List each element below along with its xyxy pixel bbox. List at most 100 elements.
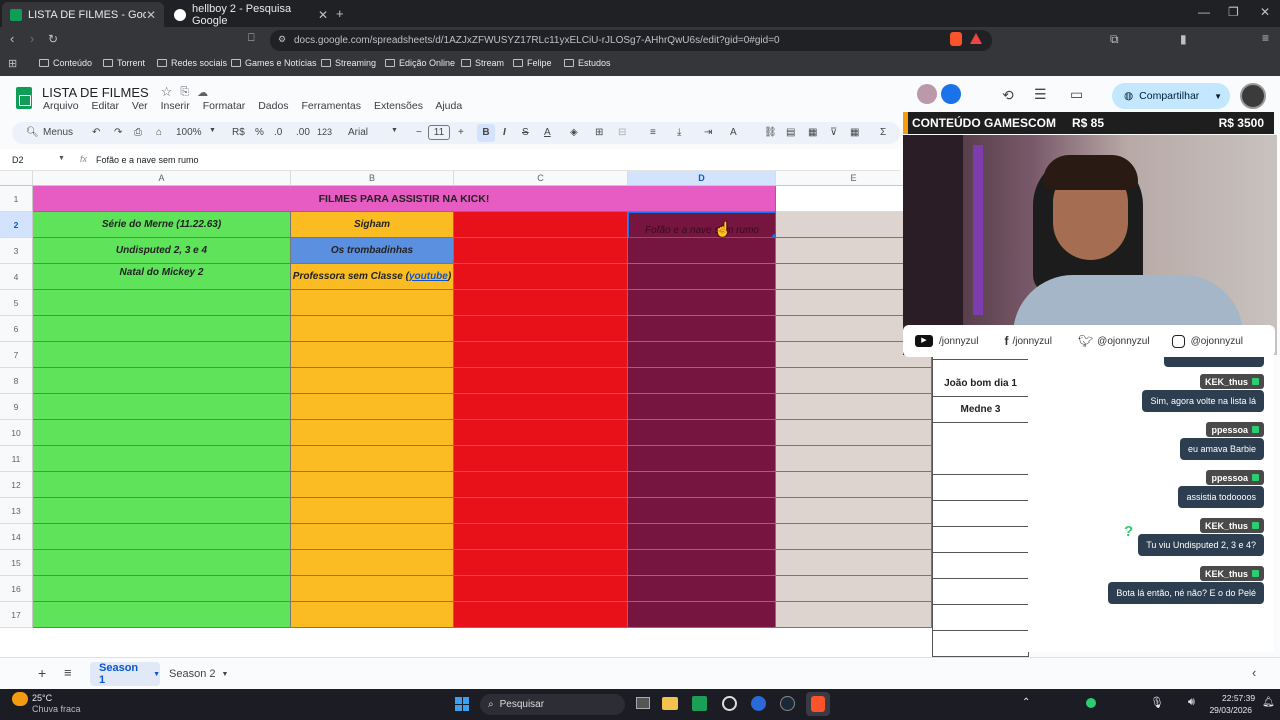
bold-icon[interactable]: B [477,124,495,142]
font-select[interactable]: Arial [348,127,368,138]
row-header-9[interactable]: 9 [0,394,33,420]
viewer-avatar[interactable] [941,84,961,104]
reload-icon[interactable]: ↻ [48,32,58,46]
cell-a3[interactable]: Undisputed 2, 3 e 4 [33,238,291,264]
sheets-app-icon[interactable] [692,696,707,711]
sheets-logo-icon[interactable] [16,87,32,109]
cell-e8[interactable] [776,368,932,394]
merge-cells-icon[interactable]: ⊟ [618,127,626,138]
redo-icon[interactable]: ↷ [114,127,122,138]
cell-a14[interactable] [33,524,291,550]
cloud-status-icon[interactable]: ☁ [197,86,208,99]
cell-e15[interactable] [776,550,932,576]
undo-icon[interactable]: ↶ [92,127,100,138]
row-header-17[interactable]: 17 [0,602,33,628]
bookmark-icon[interactable]: ⎕ [248,32,255,45]
align-vertical-icon[interactable]: ⤓ [677,127,681,138]
chevron-down-icon[interactable]: ▼ [391,127,398,134]
select-all-corner[interactable] [0,171,33,186]
insert-chart-icon[interactable]: ▦ [808,127,817,138]
star-icon[interactable]: ☆ [161,84,173,100]
cell-d12[interactable] [628,472,776,498]
url-input[interactable]: ⚙ docs.google.com/spreadsheets/d/1AZJxZF… [270,30,992,51]
cell-e11[interactable] [776,446,932,472]
site-info-icon[interactable]: ⚙ [278,34,286,45]
paint-format-icon[interactable]: ⌂ [156,127,162,138]
row-header-8[interactable]: 8 [0,368,33,394]
clock-date[interactable]: 29/03/2026 [1206,705,1252,715]
row-header-14[interactable]: 14 [0,524,33,550]
clock-time[interactable]: 22:57:39 [1222,693,1255,703]
cell-c14[interactable] [454,524,628,550]
brave-icon[interactable] [811,696,825,712]
cell-c15[interactable] [454,550,628,576]
cell-e9[interactable] [776,394,932,420]
cell-d8[interactable] [628,368,776,394]
chevron-down-icon[interactable]: ▼ [58,155,65,162]
cell-c13[interactable] [454,498,628,524]
cell-d14[interactable] [628,524,776,550]
cell-b8[interactable] [291,368,454,394]
menu-arquivo[interactable]: Arquivo [43,100,79,112]
tray-app-icon[interactable] [1086,698,1096,708]
notification-icon[interactable]: 🔔︎ [1262,697,1275,708]
side-list-row[interactable] [933,605,1028,631]
cell-d5[interactable] [628,290,776,316]
cell-b16[interactable] [291,576,454,602]
task-view-icon[interactable] [636,697,650,709]
side-list-row[interactable] [933,449,1028,475]
fill-color-icon[interactable]: ◈ [570,127,578,138]
back-icon[interactable]: ‹ [10,31,14,46]
menu-ver[interactable]: Ver [132,100,148,112]
cell-d10[interactable] [628,420,776,446]
cell-c3[interactable] [454,238,628,264]
bookmark-item[interactable]: Felipe [513,58,552,68]
cell-c12[interactable] [454,472,628,498]
cell-d9[interactable] [628,394,776,420]
row-header-15[interactable]: 15 [0,550,33,576]
close-window-icon[interactable]: ✕ [1260,5,1270,19]
cell-c10[interactable] [454,420,628,446]
cell-a4[interactable]: Natal do Mickey 2 [33,264,291,290]
microphone-icon[interactable]: 🎙︎ [1150,696,1164,709]
speaker-icon[interactable]: 🔊︎ [1188,696,1195,709]
move-folder-icon[interactable]: ⎘ [180,86,189,99]
cell-d13[interactable] [628,498,776,524]
row-header-16[interactable]: 16 [0,576,33,602]
sheet-tab-season-1[interactable]: Season 1 ▼ [90,662,160,686]
row-header-4[interactable]: 4 [0,264,33,290]
brave-rewards-icon[interactable] [970,33,982,44]
row-header-3[interactable]: 3 [0,238,33,264]
side-list-item[interactable]: João bom dia 1 [933,371,1028,397]
cell-a8[interactable] [33,368,291,394]
minimize-icon[interactable]: — [1198,5,1210,19]
formula-input[interactable]: Fofão e a nave sem rumo [96,155,199,165]
row-header-6[interactable]: 6 [0,316,33,342]
weather-icon[interactable] [12,692,28,706]
menu-ajuda[interactable]: Ajuda [435,100,462,112]
cell-b9[interactable] [291,394,454,420]
youtube-link[interactable]: youtube [409,271,448,282]
cell-b12[interactable] [291,472,454,498]
file-explorer-icon[interactable] [662,697,678,710]
cell-a9[interactable] [33,394,291,420]
account-avatar[interactable] [1240,83,1266,109]
cell-c11[interactable] [454,446,628,472]
chevron-down-icon[interactable]: ▼ [1214,92,1222,101]
extensions-icon[interactable]: ⧉ [1110,32,1119,47]
header-cell-a1[interactable]: FILMES PARA ASSISTIR NA KICK! [33,186,776,212]
menu-icon[interactable]: ≡ [1262,31,1269,45]
borders-icon[interactable]: ⊞ [595,127,603,138]
decrease-font-size-icon[interactable]: − [416,127,422,138]
row-header-7[interactable]: 7 [0,342,33,368]
zoom-select[interactable]: 100% [176,127,202,138]
insert-comment-icon[interactable]: ▤ [786,127,795,138]
cell-c5[interactable] [454,290,628,316]
bookmark-item[interactable]: Games e Notícias [231,58,317,68]
viewer-avatar[interactable] [917,84,937,104]
cell-e16[interactable] [776,576,932,602]
cell-a11[interactable] [33,446,291,472]
cell-e10[interactable] [776,420,932,446]
cell-e12[interactable] [776,472,932,498]
meet-icon[interactable]: ▭ [1070,86,1083,103]
